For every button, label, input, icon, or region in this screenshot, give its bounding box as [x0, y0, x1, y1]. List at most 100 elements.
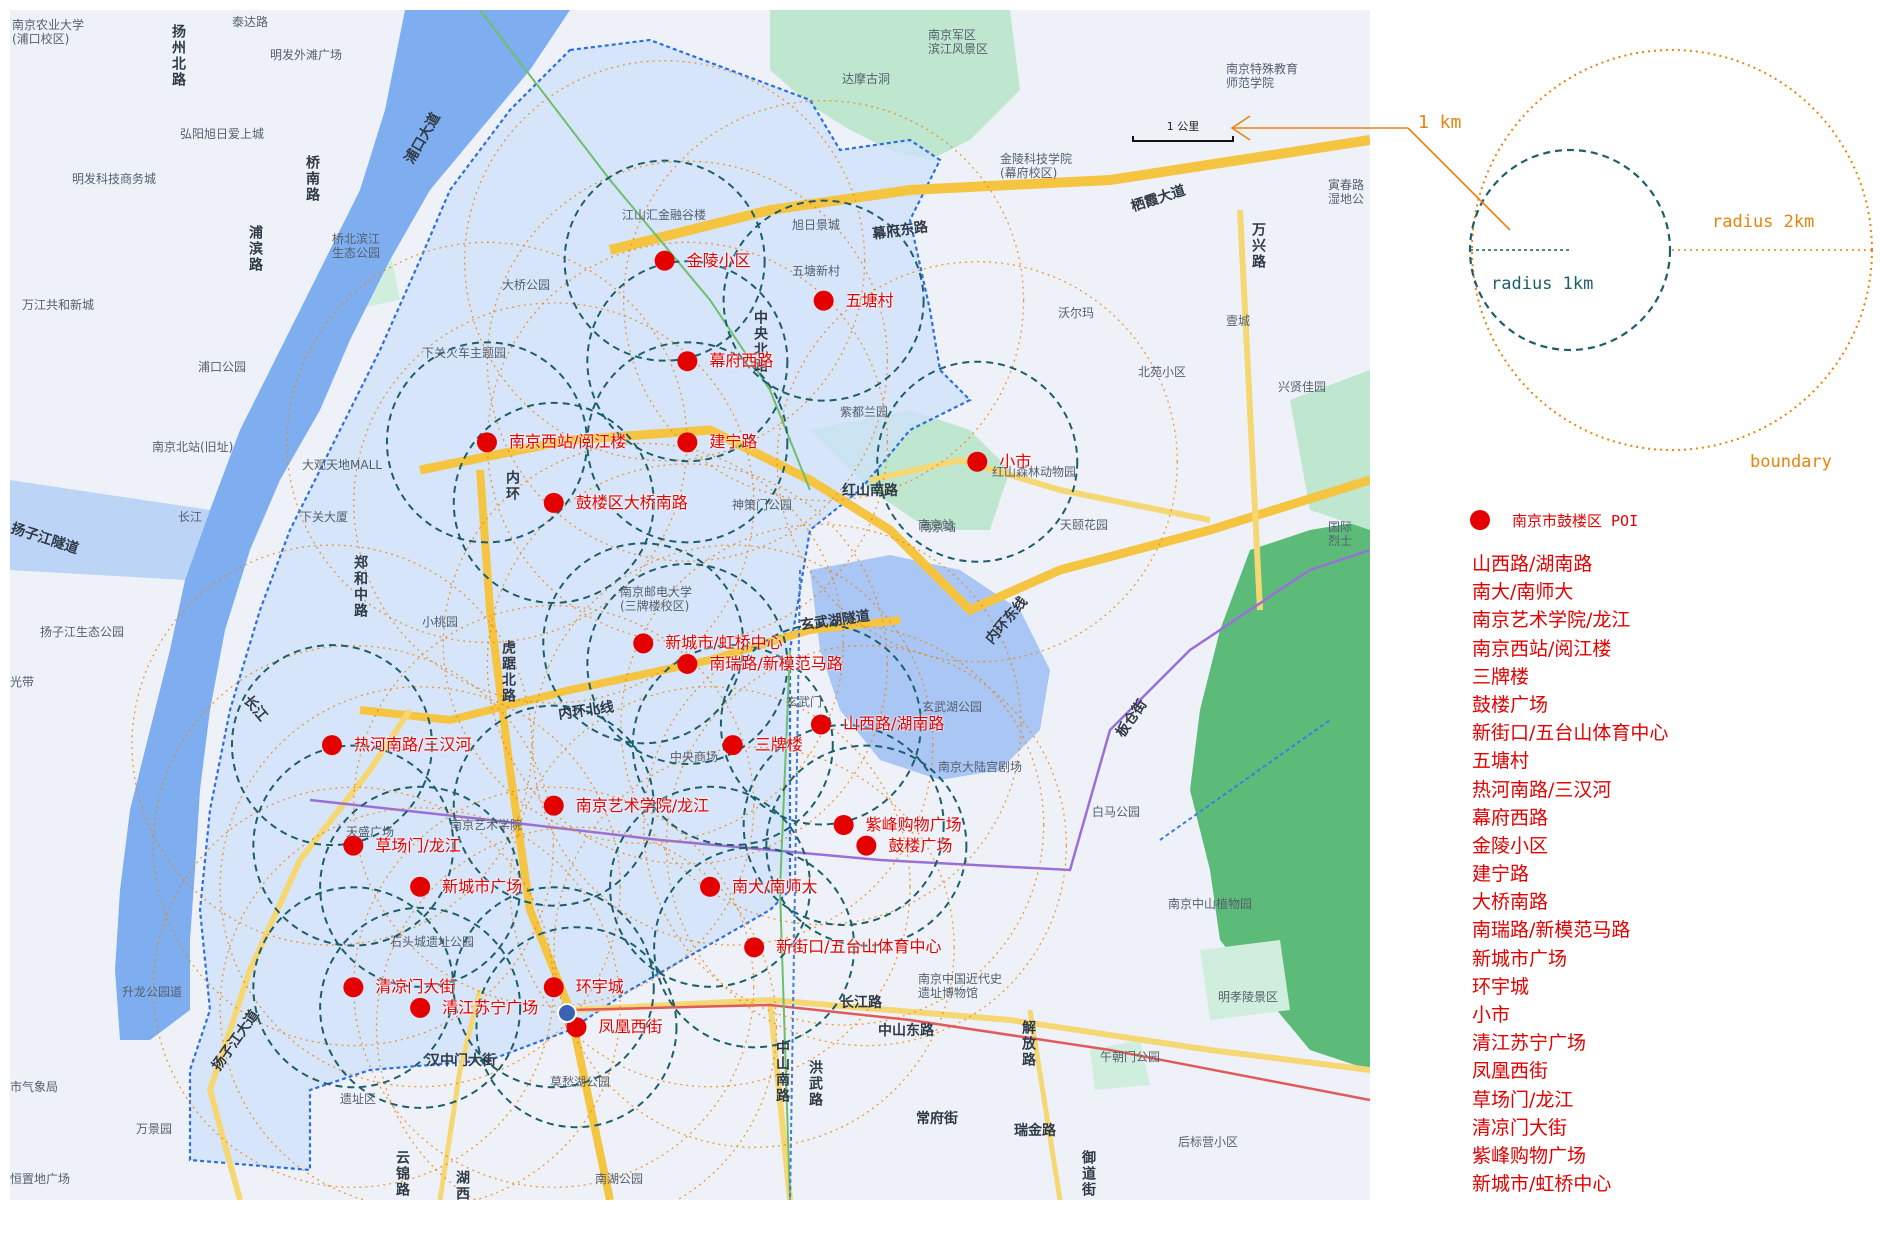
- area-label: 市气象局: [10, 1080, 59, 1094]
- poi-dot[interactable]: [410, 997, 431, 1018]
- diagram-radius-1km-circle: [1468, 148, 1672, 352]
- area-label: 沃尔玛: [1058, 306, 1095, 320]
- green-area-park-3: [1200, 940, 1290, 1020]
- poi-label[interactable]: 幕府西路: [709, 352, 773, 370]
- area-label: 南京中国近代史 遗址博物馆: [918, 972, 1003, 1000]
- poi-label[interactable]: 凤凰西街: [598, 1018, 662, 1036]
- area-label: 神策门公园: [732, 498, 793, 512]
- poi-label[interactable]: 清凉门大街: [375, 978, 455, 996]
- annotation-1km: 1 km: [1418, 112, 1462, 133]
- area-label: 长江: [178, 510, 203, 524]
- poi-label[interactable]: 鼓楼广场: [888, 836, 952, 855]
- poi-dot[interactable]: [810, 714, 831, 735]
- poi-dot[interactable]: [633, 633, 654, 654]
- area-label: 扬子江生态公园: [40, 625, 125, 639]
- legend-item: 山西路/湖南路: [1472, 553, 1593, 575]
- legend-poi-dot: [1470, 510, 1490, 530]
- poi-dot[interactable]: [722, 735, 743, 756]
- area-label: 天颐花园: [1060, 518, 1109, 532]
- poi-dot[interactable]: [677, 351, 698, 372]
- area-label: 达摩古洞: [842, 72, 891, 86]
- area-label: 南京军区 滨江风景区: [928, 28, 989, 56]
- poi-dot[interactable]: [856, 835, 877, 856]
- legend-item: 清江苏宁广场: [1472, 1032, 1587, 1055]
- poi-dot[interactable]: [543, 492, 564, 513]
- poi-dot[interactable]: [833, 815, 854, 836]
- poi-dot[interactable]: [343, 977, 364, 998]
- road-label: 御道街: [1080, 1150, 1096, 1198]
- poi-label[interactable]: 鼓楼区大桥南路: [576, 493, 688, 512]
- legend-item: 草场门/龙江: [1472, 1088, 1574, 1111]
- poi-label[interactable]: 金陵小区: [687, 251, 751, 270]
- poi-dot[interactable]: [677, 653, 698, 674]
- poi-label[interactable]: 南京西站/阅江楼: [509, 433, 626, 451]
- poi-dot[interactable]: [654, 250, 675, 271]
- legend-item: 大桥南路: [1472, 891, 1549, 914]
- poi-label[interactable]: 新街口/五台山体育中心: [776, 938, 941, 956]
- poi-dot[interactable]: [744, 937, 765, 958]
- area-label: 明发科技商务城: [72, 172, 157, 186]
- annotation-radius-1km: radius 1km: [1491, 274, 1594, 294]
- poi-dot[interactable]: [543, 795, 564, 816]
- legend-item: 南京西站/阅江楼: [1472, 637, 1612, 660]
- legend-item: 紫峰购物广场: [1472, 1144, 1587, 1167]
- poi-dot[interactable]: [813, 290, 834, 311]
- poi-dot[interactable]: [967, 451, 988, 472]
- area-label: 南京站: [920, 520, 957, 534]
- legend-list: 山西路/湖南路 南大/南师大 南京艺术学院/龙江 南京西站/阅江楼 三牌楼 鼓楼广场 新街口…: [1472, 550, 1668, 1198]
- area-label: 南京中山植物园: [1168, 897, 1253, 911]
- legend-item: 幕府西路: [1472, 806, 1549, 829]
- poi-dot[interactable]: [321, 735, 342, 756]
- road-label: 内环: [504, 470, 520, 502]
- poi-label[interactable]: 小市: [999, 452, 1031, 471]
- diagram-1km-line-b: [1407, 127, 1511, 231]
- poi-dot[interactable]: [410, 876, 431, 897]
- area-label: 南京大陆宫剧场: [938, 760, 1023, 774]
- legend-item: 南瑞路/新模范马路: [1472, 919, 1631, 942]
- poi-label[interactable]: 草场门/龙江: [375, 836, 460, 855]
- poi-label[interactable]: 建宁路: [709, 433, 757, 451]
- area-label: 浦口公园: [198, 360, 247, 374]
- green-area-east: [1290, 370, 1370, 530]
- poi-label[interactable]: 清江苏宁广场: [442, 998, 538, 1017]
- area-label: 遗址区: [340, 1092, 377, 1106]
- poi-dot[interactable]: [476, 432, 497, 453]
- road-label: 解放路: [1020, 1020, 1036, 1068]
- road-label: 红山南路: [842, 483, 898, 499]
- poi-label[interactable]: 三牌楼: [755, 736, 803, 754]
- poi-label[interactable]: 新城市广场: [442, 877, 522, 896]
- area-label: 桥北滨江 生态公园: [332, 232, 381, 260]
- legend-item: 小市: [1472, 1004, 1511, 1026]
- road-label: 万兴路: [1250, 222, 1266, 270]
- poi-label[interactable]: 热河南路/三汉河: [354, 736, 471, 754]
- poi-label[interactable]: 五塘村: [846, 291, 894, 310]
- poi-label[interactable]: 环宇城: [576, 978, 624, 996]
- road-label: 瑞金路: [1014, 1123, 1056, 1139]
- road-label: 中山南路: [774, 1040, 790, 1104]
- area-label: 南京艺术学院: [450, 818, 523, 832]
- area-label: 莫愁湖公园: [550, 1075, 611, 1089]
- road-label: 湖西: [454, 1170, 470, 1200]
- poi-label[interactable]: 新城市/虹桥中心: [665, 634, 782, 652]
- poi-label[interactable]: 南大/南师大: [732, 877, 817, 896]
- poi-label[interactable]: 山西路/湖南路: [843, 715, 944, 733]
- legend-item: 三牌楼: [1472, 665, 1530, 688]
- poi-label[interactable]: 南京艺术学院/龙江: [576, 796, 709, 815]
- poi-dot[interactable]: [677, 432, 698, 453]
- poi-label[interactable]: 南瑞路/新模范马路: [709, 654, 842, 673]
- poi-dot[interactable]: [543, 977, 564, 998]
- legend-item: 鼓楼广场: [1472, 693, 1549, 716]
- poi-dot[interactable]: [700, 876, 721, 897]
- map-canvas[interactable]: 南京农业大学 (浦口校区) 泰达路 明发外滩广场 弘阳旭日爱上城 明发科技商务城 桥北滨江…: [10, 10, 1370, 1200]
- area-label: 下关大厦: [300, 510, 349, 524]
- road-label: 常府街: [916, 1111, 958, 1127]
- area-label: 明孝陵景区: [1218, 990, 1279, 1004]
- area-label: 玄武门: [786, 695, 823, 709]
- location-marker: [557, 1003, 577, 1023]
- area-label: 明发外滩广场: [270, 48, 343, 62]
- area-label: 紫都兰园: [840, 405, 889, 419]
- area-label: 北苑小区: [1138, 365, 1187, 379]
- legend-item: 环宇城: [1472, 975, 1530, 998]
- area-label: 弘阳旭日爱上城: [180, 127, 265, 141]
- poi-label[interactable]: 紫峰购物广场: [866, 816, 962, 834]
